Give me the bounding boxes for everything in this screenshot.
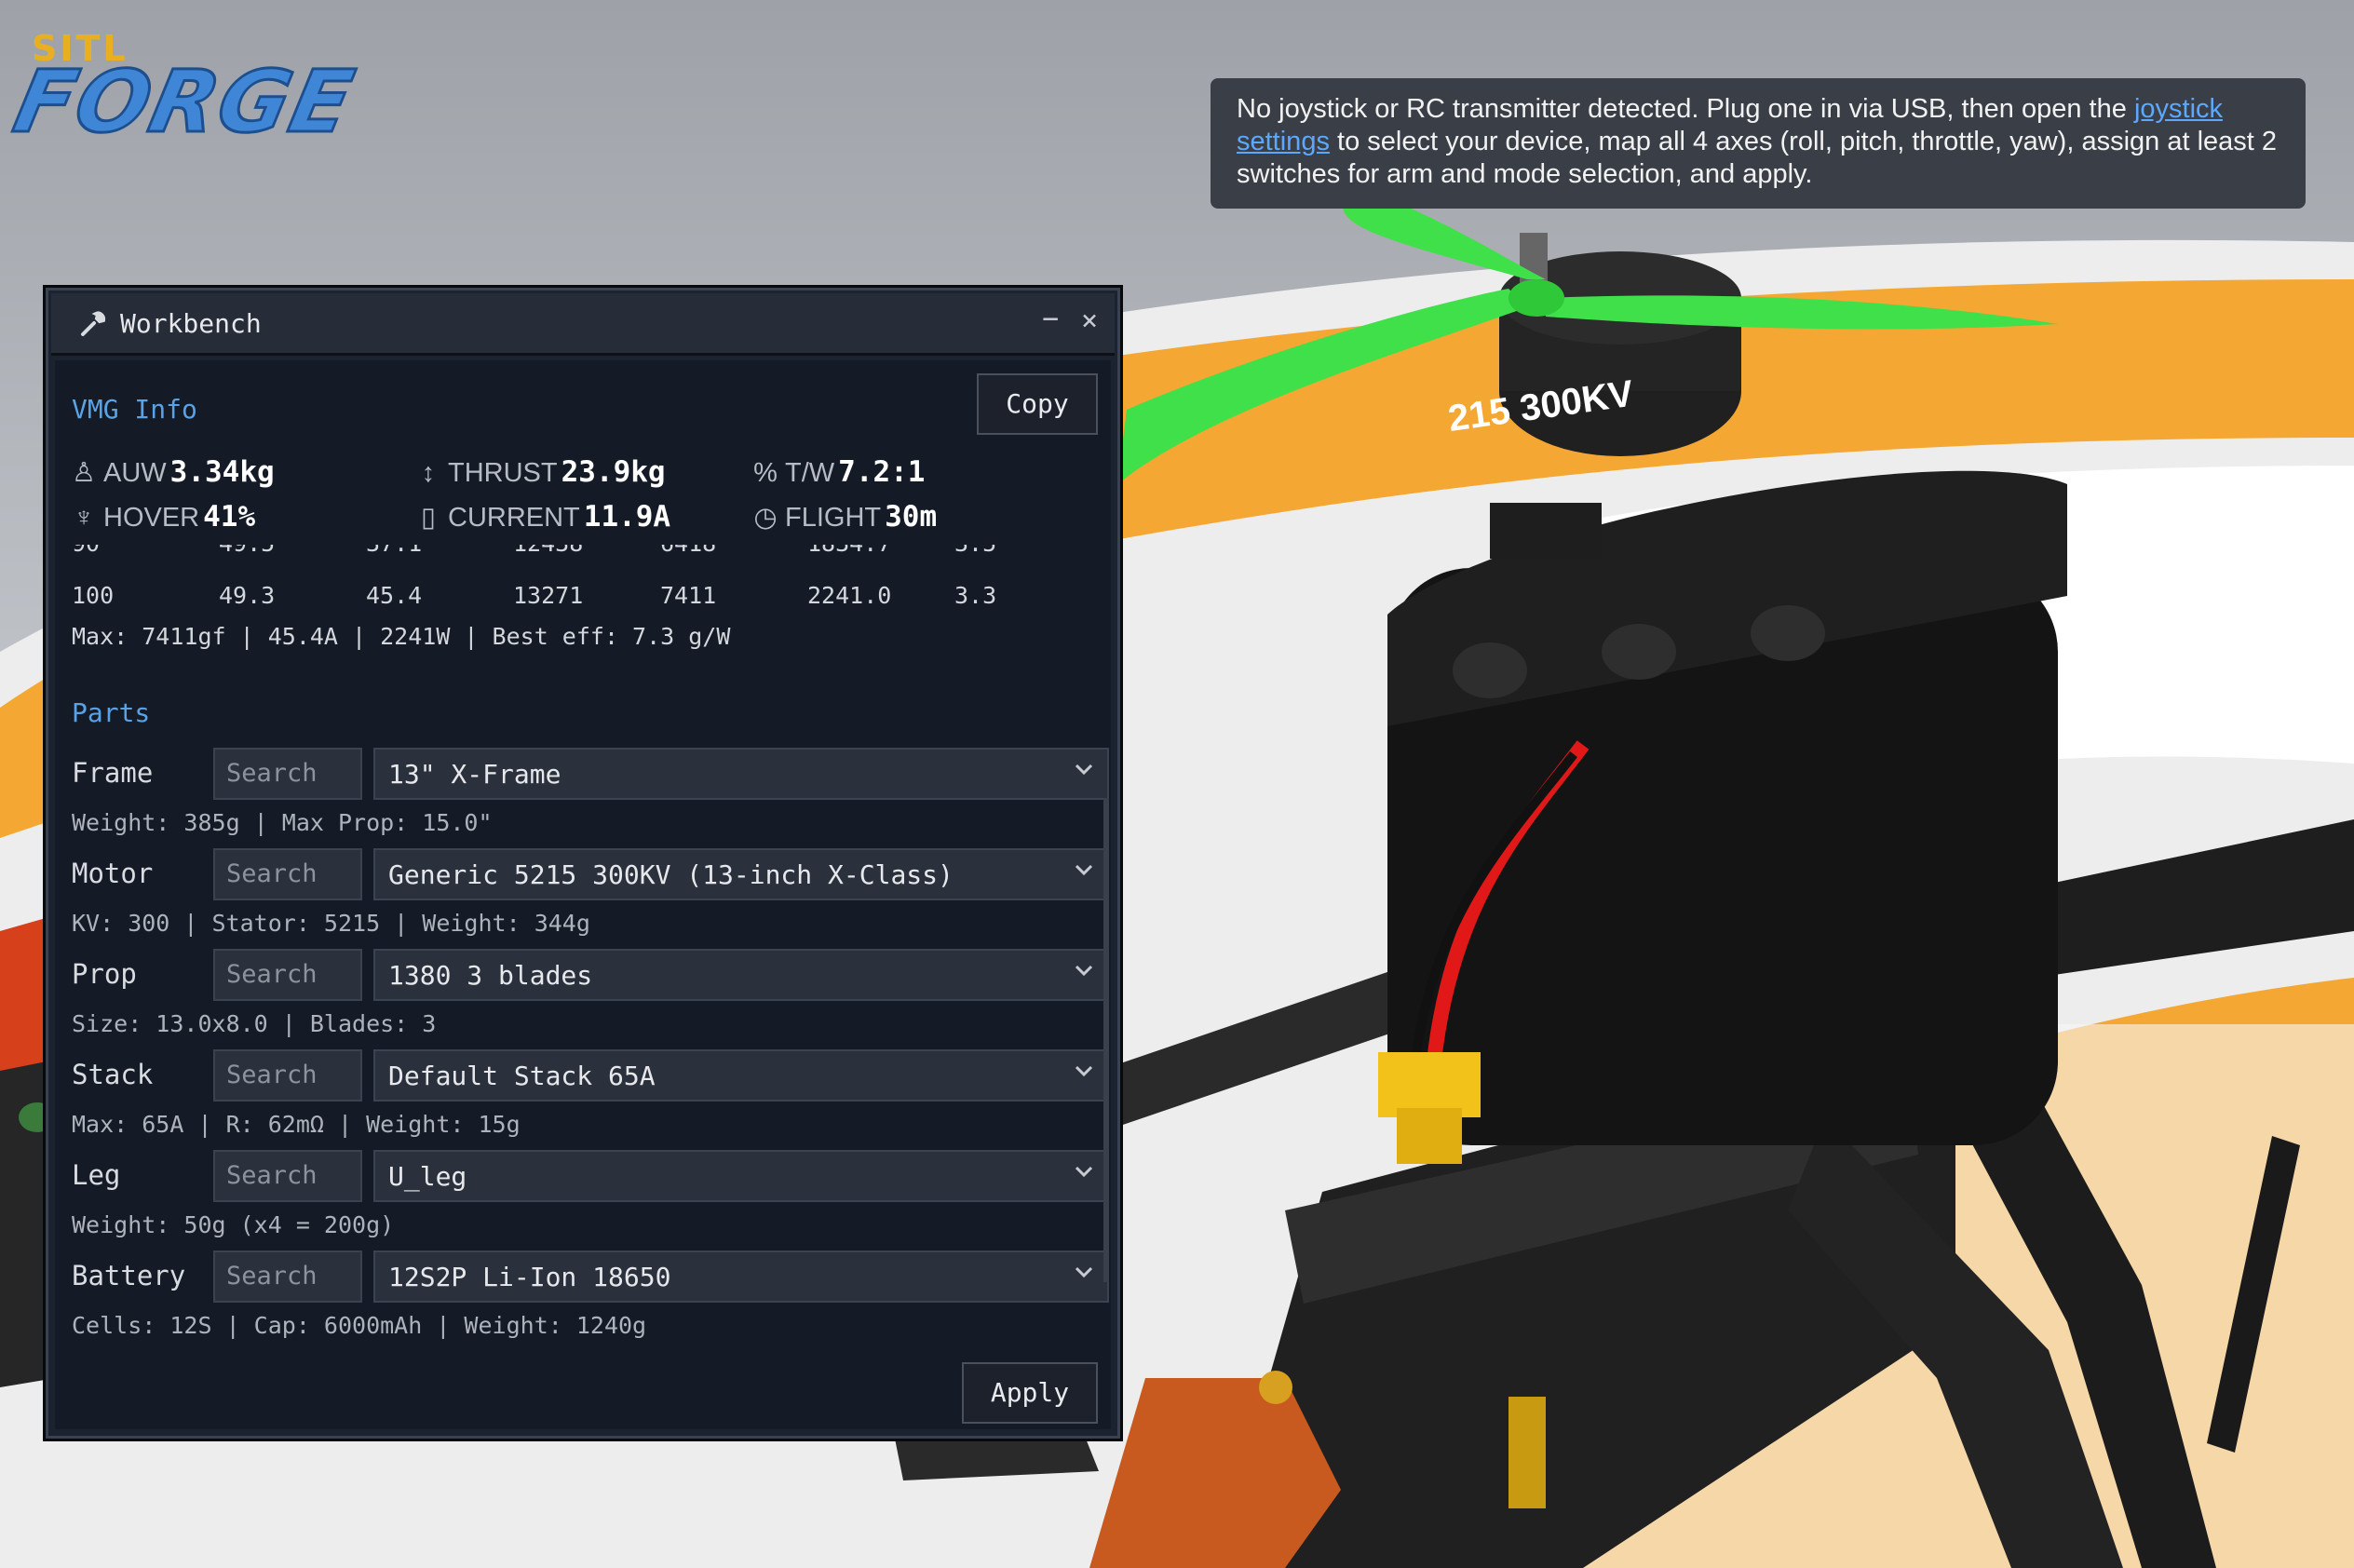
stat-tw-ratio: % T/W 7.2:1 [753, 455, 926, 489]
part-motor: Motor Search Generic 5215 300KV (13-inch… [72, 848, 1109, 951]
logo-bottom-text: FORGE [5, 51, 364, 154]
leg-search-input[interactable]: Search [213, 1150, 362, 1202]
part-battery: Battery Search 12S2P Li-Ion 18650 Cells:… [72, 1250, 1109, 1353]
workbench-title: Workbench [120, 308, 262, 339]
part-stack: Stack Search Default Stack 65A Max: 65A … [72, 1049, 1109, 1152]
leg-info: Weight: 50g (x4 = 200g) [72, 1211, 395, 1238]
copy-button[interactable]: Copy [977, 373, 1098, 435]
table-clip: 90 49.5 37.1 12438 6418 1834.7 3.5 [55, 545, 1111, 578]
stat-current: ▯ CURRENT 11.9A [416, 500, 670, 534]
prop-search-input[interactable]: Search [213, 949, 362, 1001]
vmg-info-heading: VMG Info [72, 394, 197, 425]
leg-select[interactable]: U_leg [373, 1150, 1109, 1202]
battery-info: Cells: 12S | Cap: 6000mAh | Weight: 1240… [72, 1312, 647, 1339]
workbench-window: Workbench − × VMG Info Copy ♙ AUW 3.34kg ↕… [43, 285, 1123, 1441]
parts-heading: Parts [72, 697, 151, 728]
chevron-down-icon [1075, 1065, 1093, 1077]
stack-search-input[interactable]: Search [213, 1049, 362, 1102]
hover-icon: ♆ [74, 503, 94, 533]
xt60-connector [1378, 1052, 1481, 1117]
stack-info: Max: 65A | R: 62mΩ | Weight: 15g [72, 1111, 521, 1138]
parts-scrollbar[interactable] [1103, 798, 1109, 1282]
toast-text-after: to select your device, map all 4 axes (r… [1237, 127, 2278, 189]
toast-text-before: No joystick or RC transmitter detected. … [1237, 94, 2134, 124]
frame-search-input[interactable]: Search [213, 748, 362, 800]
prop-select[interactable]: 1380 3 blades [373, 949, 1109, 1001]
motor-info: KV: 300 | Stator: 5215 | Weight: 344g [72, 910, 590, 937]
sitl-forge-logo: SITL FORGE [5, 26, 364, 154]
part-prop: Prop Search 1380 3 blades Size: 13.0x8.0… [72, 949, 1109, 1051]
workbench-body: VMG Info Copy ♙ AUW 3.34kg ↕ THRUST 23.9kg %… [55, 360, 1111, 1429]
thrust-icon: ↕ [421, 458, 436, 488]
clock-icon: ◷ [753, 503, 778, 533]
joystick-warning-toast: No joystick or RC transmitter detected. … [1211, 78, 2306, 209]
stat-auw: ♙ AUW 3.34kg [72, 455, 275, 489]
battery-search-input[interactable]: Search [213, 1250, 362, 1303]
ratio-icon: % [753, 458, 778, 488]
apply-button[interactable]: Apply [962, 1362, 1098, 1424]
stat-hover: ♆ HOVER 41% [72, 500, 255, 534]
close-button[interactable]: × [1081, 304, 1098, 337]
battery-icon: ▯ [421, 503, 436, 533]
weight-icon: ♙ [72, 458, 96, 488]
chevron-down-icon [1075, 965, 1093, 977]
prop-info: Size: 13.0x8.0 | Blades: 3 [72, 1010, 437, 1037]
stat-thrust: ↕ THRUST 23.9kg [416, 455, 666, 489]
stat-flight-time: ◷ FLIGHT 30m [753, 500, 938, 534]
motor-select[interactable]: Generic 5215 300KV (13-inch X-Class) [373, 848, 1109, 900]
battery-select[interactable]: 12S2P Li-Ion 18650 [373, 1250, 1109, 1303]
part-leg: Leg Search U_leg Weight: 50g (x4 = 200g) [72, 1150, 1109, 1252]
stack-select[interactable]: Default Stack 65A [373, 1049, 1109, 1102]
chevron-down-icon [1075, 864, 1093, 876]
max-summary: Max: 7411gf | 45.4A | 2241W | Best eff: … [72, 623, 731, 650]
frame-info: Weight: 385g | Max Prop: 15.0" [72, 809, 493, 836]
workbench-titlebar[interactable]: Workbench − × [51, 293, 1115, 356]
minimize-button[interactable]: − [1042, 303, 1059, 335]
frame-select[interactable]: 13" X-Frame [373, 748, 1109, 800]
motor-search-input[interactable]: Search [213, 848, 362, 900]
chevron-down-icon [1075, 1166, 1093, 1178]
wrench-icon [81, 311, 106, 336]
chevron-down-icon [1075, 764, 1093, 776]
part-frame: Frame Search 13" X-Frame Weight: 385g | … [72, 748, 1109, 850]
chevron-down-icon [1075, 1266, 1093, 1278]
